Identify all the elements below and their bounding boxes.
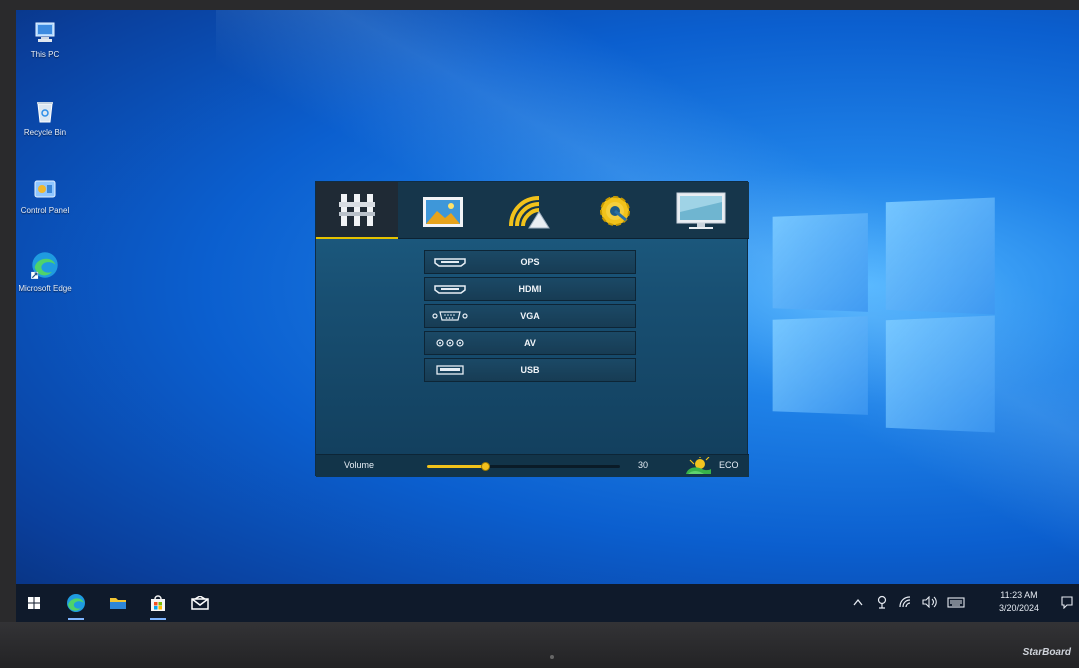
desktop-icon-control-panel[interactable]: Control Panel [16,176,76,216]
desktop-icon-label: This PC [30,50,60,59]
wifi-icon[interactable] [899,596,913,608]
display-bezel-bottom [0,622,1079,668]
tab-display[interactable] [660,182,742,239]
picture-icon [423,196,463,227]
windows-logo-pane [772,213,868,312]
notifications-icon[interactable] [1061,596,1073,609]
windows-logo-pane [885,315,995,433]
desktop-icon-label: Recycle Bin [23,128,67,137]
volume-slider-knob[interactable] [480,462,490,471]
windows-logo-pane [885,197,995,315]
tab-picture[interactable] [402,182,484,239]
desktop-icon-microsoft-edge[interactable]: Microsoft Edge [16,250,76,294]
osd-tab-bar [316,182,749,239]
desktop-icon-label: Control Panel [20,206,70,215]
edge-icon [31,252,58,279]
volume-icon[interactable] [922,596,938,608]
eco-label: ECO [719,460,739,470]
source-option-usb[interactable]: USB [424,358,636,382]
display-icon [676,192,726,229]
volume-slider-fill [427,465,485,468]
source-option-label: OPS [520,257,540,267]
sensor-dot [550,655,554,659]
clock-date: 3/20/2024 [998,603,1039,613]
computer-icon [35,22,55,42]
input-source-list: OPS HDMI VGA AV USB [424,250,636,385]
desktop-icon-label: Microsoft Edge [18,284,72,293]
taskbar-clock[interactable]: 11:23 AM 3/20/2024 [999,589,1039,615]
control-panel-icon [34,180,56,198]
source-option-vga[interactable]: VGA [424,304,636,328]
taskbar-edge-button[interactable] [58,584,94,622]
start-icon [28,597,40,609]
volume-slider[interactable] [427,462,620,471]
start-button[interactable] [16,584,52,622]
volume-value: 30 [638,460,649,470]
brand-logo: StarBoard [1022,647,1071,658]
chevron-up-icon[interactable] [853,598,863,606]
file-explorer-icon [110,598,126,609]
keyboard-icon[interactable] [947,597,965,608]
clock-time: 11:23 AM [1000,590,1038,600]
source-option-label: USB [520,365,540,375]
sound-icon [509,195,550,228]
source-option-hdmi[interactable]: HDMI [424,277,636,301]
input-source-icon [339,193,375,226]
network-icon[interactable] [877,595,887,609]
source-option-label: VGA [520,311,540,321]
osd-menu: OPS HDMI VGA AV USB Volume 30 ECO [315,181,749,477]
eco-sun-icon [686,457,711,474]
source-option-av[interactable]: AV [424,331,636,355]
hdmi-port-icon [434,258,466,267]
tab-input-source[interactable] [316,182,398,239]
tab-sound[interactable] [488,182,570,239]
vga-port-icon [432,311,468,321]
edge-icon [67,594,85,612]
tab-settings[interactable] [574,182,656,239]
desktop-icon-this-pc[interactable]: This PC [16,20,76,60]
taskbar-store-button[interactable] [140,584,176,622]
source-option-label: HDMI [518,284,542,294]
mail-icon [191,596,209,610]
store-icon [151,595,165,611]
taskbar-mail-button[interactable] [182,584,218,622]
av-port-icon [436,339,464,347]
source-option-label: AV [524,338,536,348]
usb-port-icon [436,365,464,375]
source-option-ops[interactable]: OPS [424,250,636,274]
system-tray: 11:23 AM 3/20/2024 [839,584,1079,622]
taskbar-file-explorer-button[interactable] [100,584,136,622]
osd-status-bar: Volume 30 ECO [316,454,749,477]
taskbar: 11:23 AM 3/20/2024 [16,584,1079,622]
desktop-icon-recycle-bin[interactable]: Recycle Bin [16,98,76,138]
volume-label: Volume [344,460,375,470]
hdmi-port-icon [434,285,466,294]
windows-logo-pane [772,316,868,415]
settings-gear-icon [600,195,630,226]
recycle-bin-icon [37,102,53,123]
